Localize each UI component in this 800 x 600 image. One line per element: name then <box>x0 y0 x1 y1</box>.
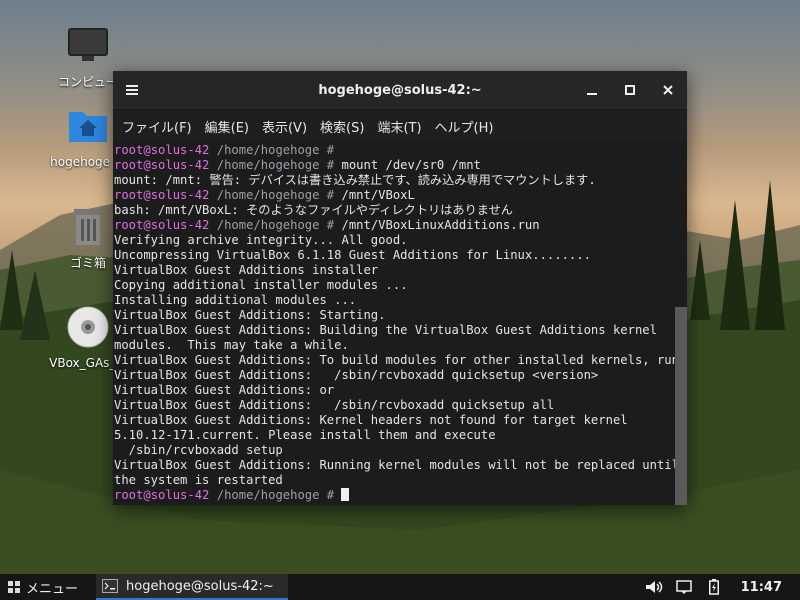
terminal-line: Uncompressing VirtualBox 6.1.18 Guest Ad… <box>114 248 591 262</box>
prompt-user: root <box>114 188 144 202</box>
start-menu-button[interactable]: メニュー <box>0 574 86 600</box>
computer-icon <box>68 28 108 61</box>
terminal-line: VirtualBox Guest Additions: Building the… <box>114 323 657 337</box>
prompt-user: root <box>114 218 144 232</box>
terminal-line: VirtualBox Guest Additions installer <box>114 263 379 277</box>
menu-edit[interactable]: 編集(E) <box>200 117 254 136</box>
system-tray: 11:47 <box>639 574 800 600</box>
terminal-line: 5.10.12-171.current. Please install them… <box>114 428 496 442</box>
prompt-host: @solus-42 <box>143 488 210 502</box>
home-folder-icon <box>69 112 107 142</box>
terminal-icon <box>102 579 119 593</box>
optical-disc-icon <box>67 306 109 348</box>
terminal-line: VirtualBox Guest Additions: /sbin/rcvbox… <box>114 368 599 382</box>
window-titlebar[interactable]: hogehoge@solus-42:~ <box>113 71 687 109</box>
terminal-line: Verifying archive integrity... All good. <box>114 233 408 247</box>
terminal-line: VirtualBox Guest Additions: or <box>114 383 335 397</box>
terminal-line: the system is restarted <box>114 473 283 487</box>
volume-icon[interactable] <box>639 580 669 594</box>
terminal-output[interactable]: root@solus-42 /home/hogehoge # root@solu… <box>113 143 676 503</box>
terminal-line: VirtualBox Guest Additions: To build mod… <box>114 353 676 367</box>
command-text: mount /dev/sr0 /mnt <box>341 158 481 172</box>
prompt-path: /home/hogehoge # <box>209 143 342 157</box>
prompt-path: /home/hogehoge # <box>209 218 342 232</box>
terminal-line: root@solus-42 /home/hogehoge # <box>114 143 676 158</box>
menu-file[interactable]: ファイル(F) <box>117 117 197 136</box>
terminal-line: bash: /mnt/VBoxL: そのようなファイルやディレクトリはありません <box>114 203 513 217</box>
start-menu-label: メニュー <box>26 581 79 597</box>
prompt-path: /home/hogehoge # <box>209 158 342 172</box>
prompt-host: @solus-42 <box>143 158 210 172</box>
prompt-path: /home/hogehoge # <box>209 488 342 502</box>
terminal-line: VirtualBox Guest Additions: Running kern… <box>114 458 676 472</box>
text-cursor <box>341 488 350 501</box>
terminal-line: root@solus-42 /home/hogehoge # /mnt/VBox… <box>114 218 676 233</box>
close-icon[interactable] <box>649 71 687 109</box>
command-text: /mnt/VBoxLinuxAdditions.run <box>341 218 540 232</box>
scrollbar-thumb[interactable] <box>675 307 687 505</box>
taskbar-item-terminal[interactable]: hogehoge@solus-42:~ <box>96 574 289 600</box>
prompt-user: root <box>114 488 144 502</box>
menu-help[interactable]: ヘルプ(H) <box>430 117 499 136</box>
menu-view[interactable]: 表示(V) <box>257 117 312 136</box>
command-text: /mnt/VBoxL <box>341 188 415 202</box>
terminal-line: /sbin/rcvboxadd setup <box>114 443 283 457</box>
prompt-path: /home/hogehoge # <box>209 188 342 202</box>
battery-charging-icon[interactable] <box>699 579 729 595</box>
taskbar-item-label: hogehoge@solus-42:~ <box>126 578 274 594</box>
grid-icon <box>8 581 20 593</box>
terminal-line: VirtualBox Guest Additions: /sbin/rcvbox… <box>114 398 555 412</box>
maximize-icon[interactable] <box>611 71 649 109</box>
minimize-icon[interactable] <box>573 71 611 109</box>
terminal-line: root@solus-42 /home/hogehoge # /mnt/VBox… <box>114 188 676 203</box>
terminal-line: mount: /mnt: 警告: デバイスは書き込み禁止です、読み込み専用でマウ… <box>114 173 596 187</box>
hamburger-menu-icon[interactable] <box>113 71 151 109</box>
menu-bar: ファイル(F) 編集(E) 表示(V) 検索(S) 端末(T) ヘルプ(H) <box>113 111 687 141</box>
terminal-line: modules. This may take a while. <box>114 338 349 352</box>
menu-terminal[interactable]: 端末(T) <box>372 117 426 136</box>
prompt-host: @solus-42 <box>143 218 210 232</box>
terminal-line: Installing additional modules ... <box>114 293 357 307</box>
prompt-host: @solus-42 <box>143 143 210 157</box>
window-title: hogehoge@solus-42:~ <box>318 82 482 98</box>
trash-icon <box>74 209 102 245</box>
clock[interactable]: 11:47 <box>729 580 800 595</box>
terminal-line: Copying additional installer modules ... <box>114 278 408 292</box>
prompt-host: @solus-42 <box>143 188 210 202</box>
terminal-line: root@solus-42 /home/hogehoge # <box>114 488 676 503</box>
terminal-line: VirtualBox Guest Additions: Kernel heade… <box>114 413 628 427</box>
taskbar: メニュー hogehoge@solus-42:~ 11:47 <box>0 574 800 600</box>
terminal-window[interactable]: hogehoge@solus-42:~ ファイル(F) 編集(E) 表示(V) … <box>113 71 687 505</box>
terminal-line: root@solus-42 /home/hogehoge # mount /de… <box>114 158 676 173</box>
prompt-user: root <box>114 158 144 172</box>
prompt-user: root <box>114 143 144 157</box>
menu-search[interactable]: 検索(S) <box>315 117 369 136</box>
terminal-line: VirtualBox Guest Additions: Starting. <box>114 308 386 322</box>
notification-icon[interactable] <box>669 580 699 594</box>
